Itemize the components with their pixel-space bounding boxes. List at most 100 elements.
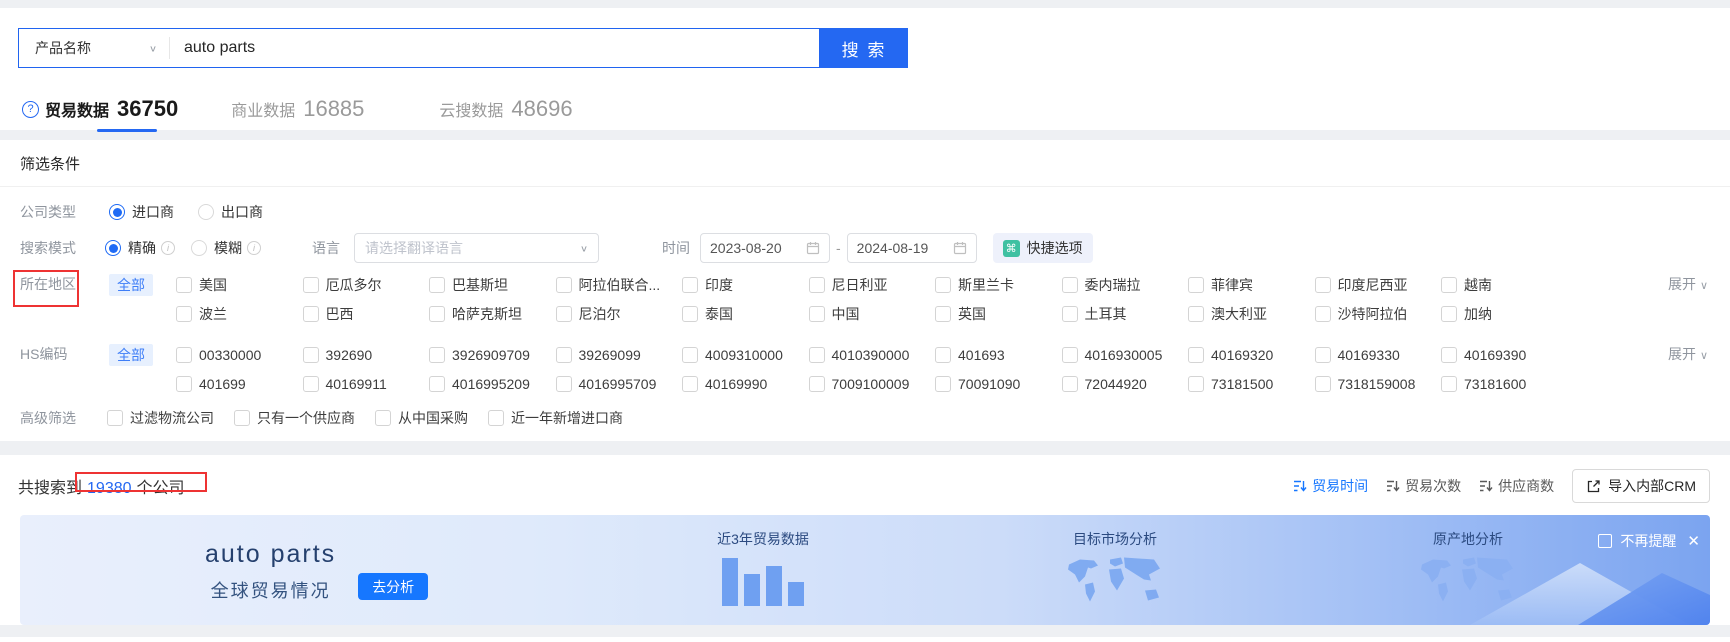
hs-checkbox-option[interactable]: 3926909709 [429, 344, 556, 366]
checkbox-icon[interactable] [1188, 376, 1204, 392]
region-checkbox-option[interactable]: 尼泊尔 [555, 303, 683, 325]
tab-cloud-search-data[interactable]: 云搜数据 48696 [433, 94, 572, 124]
hs-all-chip[interactable]: 全部 [109, 344, 153, 366]
checkbox-icon[interactable] [1061, 347, 1078, 363]
hs-checkbox-option[interactable]: 40169330 [1314, 344, 1442, 366]
info-icon[interactable]: i [247, 241, 261, 255]
hs-checkbox-option[interactable]: 4016995209 [429, 373, 556, 395]
region-checkbox-option[interactable]: 斯里兰卡 [935, 274, 1062, 296]
hs-checkbox-option[interactable]: 73181500 [1188, 373, 1315, 395]
hs-checkbox-option[interactable]: 40169320 [1188, 344, 1315, 366]
checkbox-icon[interactable] [176, 376, 192, 392]
checkbox-icon[interactable] [1314, 306, 1331, 322]
region-checkbox-option[interactable]: 波兰 [176, 303, 303, 325]
hs-checkbox-option[interactable]: 39269099 [555, 344, 683, 366]
region-checkbox-option[interactable]: 厄瓜多尔 [302, 274, 430, 296]
checkbox-icon[interactable] [935, 347, 951, 363]
close-icon[interactable]: ✕ [1687, 532, 1700, 550]
checkbox-icon[interactable] [302, 347, 319, 363]
hs-checkbox-option[interactable]: 401693 [935, 344, 1062, 366]
checkbox-icon[interactable] [682, 277, 698, 293]
hs-checkbox-option[interactable]: 401699 [176, 373, 303, 395]
checkbox-icon[interactable] [375, 410, 391, 426]
radio-selected-icon[interactable] [105, 240, 121, 256]
advanced-checkbox-option[interactable]: 近一年新增进口商 [488, 408, 623, 428]
dismiss-checkbox[interactable] [1598, 534, 1613, 548]
checkbox-icon[interactable] [1441, 306, 1457, 322]
checkbox-icon[interactable] [488, 410, 504, 426]
advanced-checkbox-option[interactable]: 从中国采购 [375, 408, 468, 428]
help-icon[interactable]: ? [22, 100, 39, 118]
checkbox-icon[interactable] [808, 347, 825, 363]
checkbox-icon[interactable] [682, 376, 698, 392]
language-select[interactable]: 请选择翻译语言 ∨ [354, 233, 599, 263]
checkbox-icon[interactable] [176, 277, 192, 293]
checkbox-icon[interactable] [429, 277, 445, 293]
region-checkbox-option[interactable]: 巴基斯坦 [429, 274, 556, 296]
checkbox-icon[interactable] [1188, 277, 1204, 293]
hs-checkbox-option[interactable]: 00330000 [176, 344, 303, 366]
region-checkbox-option[interactable]: 尼日利亚 [808, 274, 936, 296]
checkbox-icon[interactable] [1441, 376, 1457, 392]
region-checkbox-option[interactable]: 菲律宾 [1188, 274, 1315, 296]
region-checkbox-option[interactable]: 中国 [808, 303, 936, 325]
checkbox-icon[interactable] [429, 306, 445, 322]
hs-checkbox-option[interactable]: 4009310000 [682, 344, 809, 366]
radio-icon[interactable] [198, 204, 214, 220]
checkbox-icon[interactable] [302, 306, 319, 322]
radio-exporter[interactable]: 出口商 [198, 202, 263, 222]
sort-supplier-count[interactable]: 供应商数 [1479, 476, 1554, 496]
checkbox-icon[interactable] [176, 306, 192, 322]
search-button[interactable]: 搜 索 [820, 28, 908, 68]
checkbox-icon[interactable] [1061, 376, 1078, 392]
checkbox-icon[interactable] [555, 347, 572, 363]
region-checkbox-option[interactable]: 土耳其 [1061, 303, 1189, 325]
region-checkbox-option[interactable]: 越南 [1441, 274, 1568, 296]
sort-trade-count[interactable]: 贸易次数 [1386, 476, 1461, 496]
analyze-button[interactable]: 去分析 [358, 573, 429, 600]
hs-checkbox-option[interactable]: 40169390 [1441, 344, 1568, 366]
checkbox-icon[interactable] [234, 410, 250, 426]
start-date-picker[interactable]: 2023-08-20 [700, 233, 830, 263]
region-checkbox-option[interactable]: 巴西 [302, 303, 430, 325]
hs-checkbox-option[interactable]: 70091090 [935, 373, 1062, 395]
checkbox-icon[interactable] [429, 376, 445, 392]
checkbox-icon[interactable] [555, 277, 572, 293]
end-date-picker[interactable]: 2024-08-19 [846, 233, 977, 263]
hs-expand-link[interactable]: 展开 ∨ [1668, 344, 1710, 364]
radio-fuzzy[interactable]: 模糊 i [191, 238, 261, 258]
region-expand-link[interactable]: 展开 ∨ [1668, 274, 1710, 294]
checkbox-icon[interactable] [682, 306, 698, 322]
hs-checkbox-option[interactable]: 4016930005 [1061, 344, 1189, 366]
hs-checkbox-option[interactable]: 7318159008 [1314, 373, 1442, 395]
region-checkbox-option[interactable]: 阿拉伯联合... [555, 274, 683, 296]
advanced-checkbox-option[interactable]: 过滤物流公司 [107, 408, 214, 428]
search-input[interactable] [170, 39, 819, 57]
checkbox-icon[interactable] [1314, 277, 1331, 293]
checkbox-icon[interactable] [1441, 347, 1457, 363]
tab-business-data[interactable]: 商业数据 16885 [225, 94, 364, 124]
radio-importer[interactable]: 进口商 [109, 202, 174, 222]
region-checkbox-option[interactable]: 澳大利亚 [1188, 303, 1315, 325]
checkbox-icon[interactable] [176, 347, 192, 363]
radio-selected-icon[interactable] [109, 204, 125, 220]
region-checkbox-option[interactable]: 美国 [176, 274, 303, 296]
checkbox-icon[interactable] [682, 347, 698, 363]
radio-exact[interactable]: 精确 i [105, 238, 175, 258]
checkbox-icon[interactable] [1188, 347, 1204, 363]
checkbox-icon[interactable] [1188, 306, 1204, 322]
radio-icon[interactable] [191, 240, 207, 256]
hs-checkbox-option[interactable]: 72044920 [1061, 373, 1189, 395]
checkbox-icon[interactable] [935, 277, 951, 293]
checkbox-icon[interactable] [429, 347, 445, 363]
checkbox-icon[interactable] [1314, 376, 1331, 392]
region-all-chip[interactable]: 全部 [109, 274, 153, 296]
checkbox-icon[interactable] [555, 376, 572, 392]
checkbox-icon[interactable] [1441, 277, 1457, 293]
info-icon[interactable]: i [161, 241, 175, 255]
checkbox-icon[interactable] [107, 410, 123, 426]
checkbox-icon[interactable] [302, 277, 319, 293]
checkbox-icon[interactable] [808, 277, 825, 293]
quick-options-button[interactable]: ⌘ 快捷选项 [992, 233, 1093, 263]
region-checkbox-option[interactable]: 印度尼西亚 [1314, 274, 1442, 296]
